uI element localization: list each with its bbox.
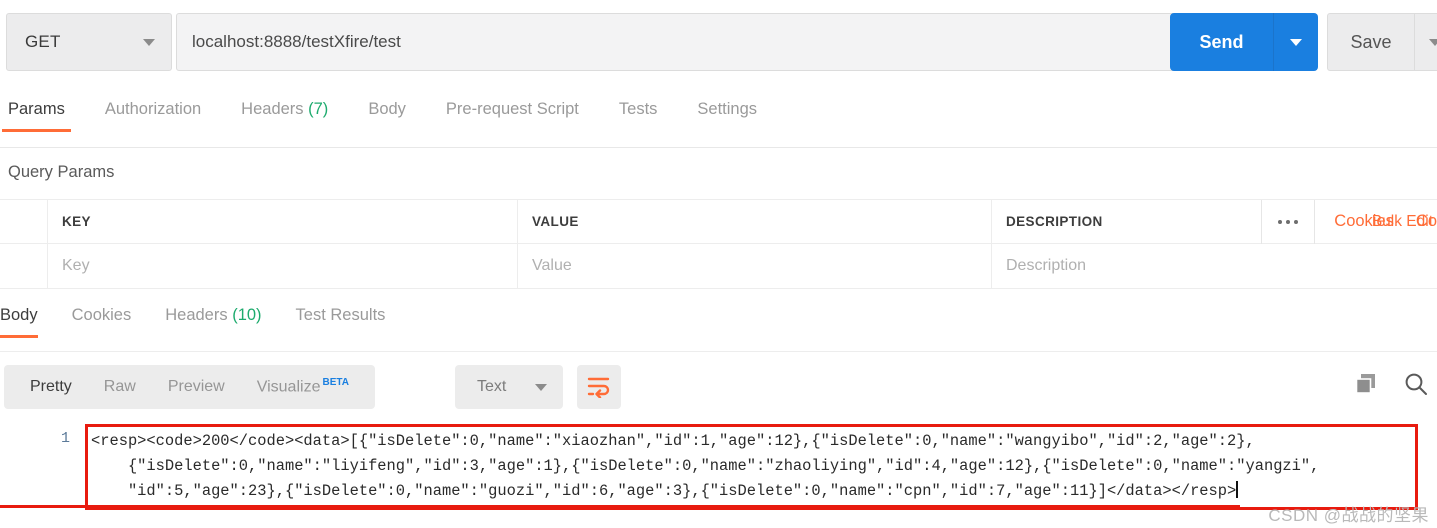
value-input-placeholder: Value bbox=[532, 257, 572, 274]
copy-icon[interactable] bbox=[1353, 371, 1379, 402]
bulk-edit-button[interactable]: Bulk Edit bbox=[1372, 200, 1437, 244]
url-input-value: localhost:8888/testXfire/test bbox=[192, 32, 401, 51]
response-tab-test-results[interactable]: Test Results bbox=[296, 306, 386, 338]
view-visualize-label: Visualize bbox=[256, 378, 321, 396]
tab-headers[interactable]: Headers (7) bbox=[241, 100, 328, 132]
tab-settings[interactable]: Settings bbox=[697, 100, 757, 132]
url-input[interactable]: localhost:8888/testXfire/test bbox=[176, 13, 1178, 71]
tab-body-label: Body bbox=[368, 100, 406, 118]
text-cursor bbox=[1236, 481, 1239, 498]
column-header-description: DESCRIPTION Bulk Edit bbox=[992, 200, 1437, 244]
word-wrap-glyph bbox=[587, 377, 610, 398]
dot bbox=[1286, 220, 1290, 224]
tab-headers-count: (7) bbox=[308, 100, 329, 118]
description-input-placeholder: Description bbox=[1006, 257, 1087, 274]
request-tabs-divider bbox=[0, 147, 1437, 148]
response-tab-cookies-label: Cookies bbox=[71, 306, 132, 324]
send-button-group[interactable]: Send bbox=[1170, 13, 1318, 71]
table-row: Key Value Description bbox=[0, 244, 1437, 289]
http-method-label: GET bbox=[25, 32, 61, 51]
response-tab-body[interactable]: Body bbox=[0, 306, 38, 338]
response-view-switcher: Pretty Raw Preview Visualize BETA bbox=[4, 365, 375, 409]
description-input[interactable]: Description bbox=[992, 244, 1437, 288]
tab-body[interactable]: Body bbox=[368, 100, 406, 132]
response-body-viewer: 1 <resp><code>200</code><data>[{"isDelet… bbox=[0, 424, 1437, 528]
request-tabs: Params Authorization Headers (7) Body Pr… bbox=[0, 100, 1437, 230]
response-tab-body-label: Body bbox=[0, 306, 38, 324]
search-glyph bbox=[1405, 373, 1427, 395]
key-input-placeholder: Key bbox=[62, 257, 90, 274]
response-tab-test-results-label: Test Results bbox=[295, 306, 386, 324]
word-wrap-icon[interactable] bbox=[577, 365, 621, 409]
key-input[interactable]: Key bbox=[48, 244, 518, 288]
dot bbox=[1294, 220, 1298, 224]
chevron-down-icon bbox=[1429, 38, 1437, 46]
response-tabs-divider bbox=[0, 351, 1437, 352]
view-pretty[interactable]: Pretty bbox=[14, 378, 88, 396]
tab-pre-request-script[interactable]: Pre-request Script bbox=[446, 100, 579, 132]
view-raw[interactable]: Raw bbox=[88, 378, 152, 396]
query-params-title: Query Params bbox=[8, 163, 115, 181]
table-header-row: KEY VALUE DESCRIPTION Bulk Edit bbox=[0, 199, 1437, 244]
response-tab-headers-count: (10) bbox=[232, 306, 262, 324]
tab-tests-label: Tests bbox=[618, 100, 658, 118]
response-tab-headers-label: Headers bbox=[165, 306, 228, 324]
column-header-key-label: KEY bbox=[62, 214, 91, 229]
tab-tests[interactable]: Tests bbox=[619, 100, 658, 132]
chevron-down-icon bbox=[143, 38, 155, 46]
http-method-selector[interactable]: GET bbox=[6, 13, 172, 71]
save-button-group[interactable]: Save bbox=[1327, 13, 1437, 71]
chevron-down-icon bbox=[535, 383, 547, 391]
save-button[interactable]: Save bbox=[1328, 32, 1414, 53]
response-tab-headers[interactable]: Headers (10) bbox=[165, 306, 261, 338]
response-body-line: "id":5,"age":23},{"isDelete":0,"name":"g… bbox=[91, 482, 1237, 500]
ellipsis-icon[interactable] bbox=[1261, 200, 1315, 244]
tab-authorization[interactable]: Authorization bbox=[105, 100, 201, 132]
response-body-line: {"isDelete":0,"name":"liyifeng","id":3,"… bbox=[91, 457, 1320, 475]
response-body-line: <resp><code>200</code><data>[{"isDelete"… bbox=[91, 432, 1255, 450]
response-tabs: Body Cookies Headers (10) Test Results S… bbox=[0, 306, 1437, 352]
line-number: 1 bbox=[60, 430, 70, 447]
beta-badge: BETA bbox=[322, 377, 349, 389]
response-body-toolbar: Pretty Raw Preview Visualize BETA Text bbox=[0, 365, 1437, 413]
response-body-text[interactable]: <resp><code>200</code><data>[{"isDelete"… bbox=[91, 429, 1431, 504]
save-options-button[interactable] bbox=[1415, 38, 1437, 46]
response-tab-cookies[interactable]: Cookies bbox=[72, 306, 132, 338]
column-header-description-label: DESCRIPTION bbox=[1006, 214, 1103, 229]
postman-window: GET localhost:8888/testXfire/test Send S… bbox=[0, 0, 1437, 528]
tab-headers-label: Headers bbox=[241, 100, 304, 118]
tab-params[interactable]: Params bbox=[2, 100, 71, 132]
search-icon[interactable] bbox=[1403, 371, 1429, 402]
query-params-table: KEY VALUE DESCRIPTION Bulk Edit Key Valu… bbox=[0, 199, 1437, 289]
column-header-value-label: VALUE bbox=[532, 214, 579, 229]
response-action-icons bbox=[1353, 371, 1429, 402]
tab-settings-label: Settings bbox=[697, 100, 758, 118]
response-format-selector[interactable]: Text bbox=[455, 365, 563, 409]
tab-authorization-label: Authorization bbox=[104, 100, 202, 118]
view-preview[interactable]: Preview bbox=[152, 378, 241, 396]
send-options-button[interactable] bbox=[1274, 38, 1318, 46]
column-header-key: KEY bbox=[48, 200, 518, 243]
request-url-bar: GET localhost:8888/testXfire/test Send S… bbox=[0, 0, 1437, 86]
annotation-underline bbox=[0, 505, 1240, 508]
value-input[interactable]: Value bbox=[518, 244, 992, 288]
tab-params-label: Params bbox=[8, 100, 65, 118]
chevron-down-icon bbox=[1290, 38, 1302, 46]
copy-glyph bbox=[1355, 374, 1375, 394]
response-format-value: Text bbox=[477, 378, 507, 395]
tab-pre-request-script-label: Pre-request Script bbox=[445, 100, 579, 118]
dot bbox=[1278, 220, 1282, 224]
send-button[interactable]: Send bbox=[1170, 32, 1273, 53]
select-all-checkbox-cell[interactable] bbox=[0, 200, 48, 243]
column-header-value: VALUE bbox=[518, 200, 992, 243]
watermark: CSDN @战战的坚果 bbox=[1268, 506, 1429, 525]
row-checkbox-cell[interactable] bbox=[0, 244, 48, 288]
view-visualize[interactable]: Visualize BETA bbox=[241, 377, 365, 396]
